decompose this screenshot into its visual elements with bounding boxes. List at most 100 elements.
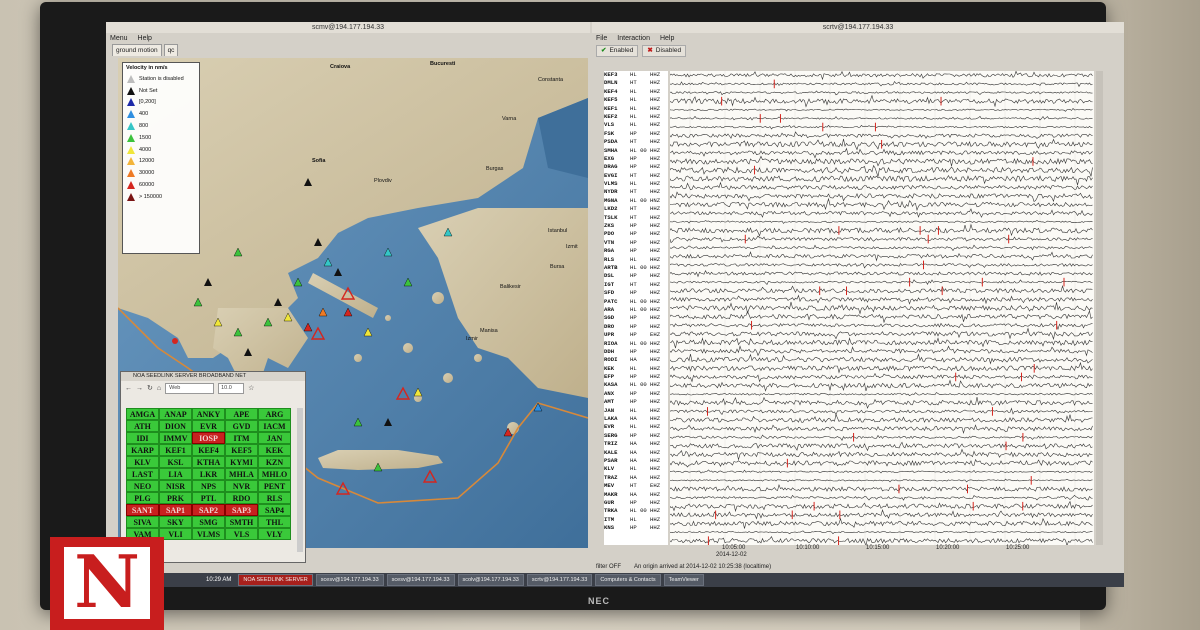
trace-station-row[interactable]: TRIZ HA HHZ <box>604 440 668 448</box>
trace-station-row[interactable]: SMHA HL 00 HHZ <box>604 147 668 155</box>
station-cell[interactable]: ATH <box>126 420 159 432</box>
trace-station-row[interactable]: RLS HL HHZ <box>604 256 668 264</box>
trace-station-row[interactable]: ARA HL 00 HHZ <box>604 306 668 314</box>
trace-station-row[interactable]: TRAZ HA HHZ <box>604 474 668 482</box>
station-cell[interactable]: NPS <box>192 480 225 492</box>
station-cell[interactable]: IMMV <box>159 432 192 444</box>
taskbar-item[interactable]: scolv@194.177.194.33 <box>457 574 524 586</box>
trace-station-row[interactable]: RIOA HL 00 HHZ <box>604 340 668 348</box>
station-cell[interactable]: ANKY <box>192 408 225 420</box>
station-cell[interactable]: SIVA <box>126 516 159 528</box>
taskbar-item[interactable]: scesv@194.177.194.33 <box>315 574 384 586</box>
station-cell[interactable]: NEO <box>126 480 159 492</box>
trace-station-row[interactable]: EXG HP HHZ <box>604 155 668 163</box>
trace-station-row[interactable]: PATC HL 00 HHZ <box>604 298 668 306</box>
station-cell[interactable]: EVR <box>192 420 225 432</box>
taskbar-item[interactable]: scrtv@194.177.194.33 <box>526 574 593 586</box>
station-cell[interactable]: SAP1 <box>159 504 192 516</box>
trace-station-row[interactable]: JAN HL HHZ <box>604 407 668 415</box>
trace-station-row[interactable]: ITM HL HHZ <box>604 516 668 524</box>
trace-station-row[interactable]: DRO HP HHZ <box>604 323 668 331</box>
station-cell[interactable]: KSL <box>159 456 192 468</box>
menu-interaction[interactable]: Interaction <box>617 33 650 44</box>
station-cell[interactable]: SAP3 <box>225 504 258 516</box>
station-cell[interactable]: ARG <box>258 408 291 420</box>
trace-station-row[interactable]: PSAR HA HHZ <box>604 457 668 465</box>
trace-station-row[interactable]: MGNA HL 00 HNZ <box>604 197 668 205</box>
station-cell[interactable]: THL <box>258 516 291 528</box>
trace-station-row[interactable]: SERG HP HHZ <box>604 432 668 440</box>
trace-station-row[interactable]: ZKS HP HHZ <box>604 222 668 230</box>
trace-station-row[interactable]: KEF5 HL HHZ <box>604 96 668 104</box>
station-cell[interactable]: ITM <box>225 432 258 444</box>
trace-station-row[interactable]: RODI HA HHZ <box>604 356 668 364</box>
url-field[interactable]: Web <box>165 382 215 394</box>
taskbar-item[interactable]: TeamViewer <box>663 574 704 586</box>
station-window-scrollbar[interactable] <box>297 408 303 552</box>
menu-help[interactable]: Help <box>660 33 674 44</box>
enabled-button[interactable]: ✔ Enabled <box>596 44 639 57</box>
trace-station-row[interactable]: RGA HP HHZ <box>604 247 668 255</box>
station-cell[interactable]: SKY <box>159 516 192 528</box>
station-cell[interactable]: ANAP <box>159 408 192 420</box>
station-cell[interactable]: PENT <box>258 480 291 492</box>
station-cell[interactable]: VLMS <box>192 528 225 540</box>
taskbar-item[interactable]: NOA SEEDLINK SERVER <box>238 574 313 586</box>
trace-station-row[interactable]: VLMS HL HHZ <box>604 180 668 188</box>
trace-station-row[interactable]: MEV HT EHZ <box>604 482 668 490</box>
station-cell[interactable]: VLS <box>225 528 258 540</box>
station-cell[interactable]: MHLO <box>258 468 291 480</box>
zoom-field[interactable]: 10.0 <box>218 382 245 394</box>
station-cell[interactable]: RLS <box>258 492 291 504</box>
taskbar-item[interactable]: scesv@194.177.194.33 <box>386 574 455 586</box>
trace-station-row[interactable]: GUR HP HHZ <box>604 499 668 507</box>
station-cell[interactable]: KEK <box>258 444 291 456</box>
trace-station-row[interactable]: ANX HP HHZ <box>604 390 668 398</box>
station-cell[interactable]: NVR <box>225 480 258 492</box>
station-cell[interactable]: AMGA <box>126 408 159 420</box>
trace-station-row[interactable]: NYDR HT HHZ <box>604 188 668 196</box>
station-cell[interactable]: KEF4 <box>192 444 225 456</box>
trace-station-row[interactable]: KALE HA HHZ <box>604 449 668 457</box>
trace-scrollbar[interactable] <box>1096 71 1103 545</box>
trace-station-row[interactable]: KEF2 HL HHZ <box>604 113 668 121</box>
trace-station-row[interactable]: VTN HP HHZ <box>604 239 668 247</box>
station-cell[interactable]: IDI <box>126 432 159 444</box>
reload-icon[interactable]: ↻ <box>147 384 153 392</box>
station-cell[interactable]: SMG <box>192 516 225 528</box>
trace-station-row[interactable]: ARTB HL 00 HHZ <box>604 264 668 272</box>
trace-station-row[interactable]: VLS HL HHZ <box>604 121 668 129</box>
trace-area[interactable] <box>670 71 1094 545</box>
trace-station-row[interactable]: DDH HP HHZ <box>604 348 668 356</box>
trace-station-row[interactable]: KEF3 HL HHZ <box>604 71 668 79</box>
station-cell[interactable]: PTL <box>192 492 225 504</box>
trace-station-row[interactable]: SGD HP HHZ <box>604 314 668 322</box>
station-cell[interactable]: DION <box>159 420 192 432</box>
station-cell[interactable]: SAP4 <box>258 504 291 516</box>
taskbar-item[interactable]: Computers & Contacts <box>595 574 661 586</box>
trace-station-row[interactable]: KEF1 HL HHZ <box>604 105 668 113</box>
home-icon[interactable]: ⌂ <box>157 385 161 392</box>
trace-station-row[interactable]: DSL HP HHZ <box>604 272 668 280</box>
station-cell[interactable]: PLG <box>126 492 159 504</box>
trace-station-row[interactable]: EFP HP HHZ <box>604 373 668 381</box>
menu-file[interactable]: File <box>596 33 607 44</box>
station-cell[interactable]: VLY <box>258 528 291 540</box>
station-cell[interactable]: IACM <box>258 420 291 432</box>
trace-station-row[interactable]: KASA HL 00 HHZ <box>604 381 668 389</box>
trace-station-row[interactable]: DMLN HT HHZ <box>604 79 668 87</box>
trace-station-row[interactable]: KNS HP HHZ <box>604 524 668 532</box>
station-cell[interactable]: KZN <box>258 456 291 468</box>
station-cell[interactable]: KARP <box>126 444 159 456</box>
trace-station-row[interactable]: AMT HP HHZ <box>604 398 668 406</box>
tab-qc[interactable]: qc <box>163 44 179 56</box>
trace-station-row[interactable]: PSDA HT HHZ <box>604 138 668 146</box>
station-cell[interactable]: KYMI <box>225 456 258 468</box>
station-cell[interactable]: LKR <box>192 468 225 480</box>
station-cell[interactable]: LAST <box>126 468 159 480</box>
station-cell[interactable]: SMTH <box>225 516 258 528</box>
station-cell[interactable]: RDO <box>225 492 258 504</box>
station-cell[interactable]: MHLA <box>225 468 258 480</box>
trace-station-row[interactable]: MAKR HA HHZ <box>604 491 668 499</box>
trace-station-row[interactable]: LKD2 HT HHZ <box>604 205 668 213</box>
